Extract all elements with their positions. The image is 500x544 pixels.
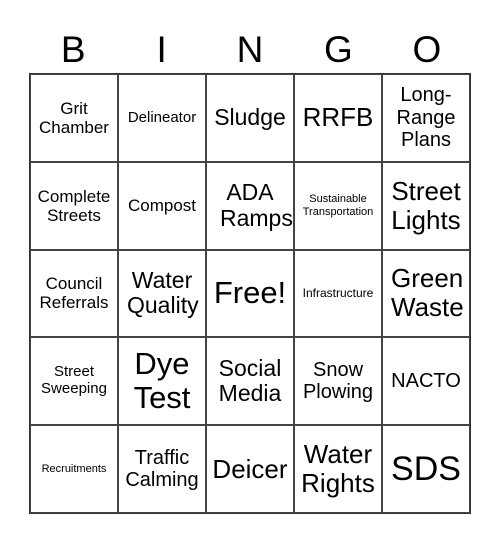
cell-text: Social Media [218,354,282,407]
bingo-cell[interactable]: NACTO [382,337,470,426]
cell-text: Grit Chamber [39,98,109,137]
bingo-cell[interactable]: Sustainable Transportation [294,161,382,250]
bingo-cell[interactable]: ADA Ramps [206,161,294,250]
bingo-cell[interactable]: Street Lights [382,161,470,250]
bingo-header: B I N G O [29,28,471,72]
cell-text: RRFB [302,102,374,133]
cell-text: Dye Test [133,345,191,416]
cell-text: Infrastructure [302,285,374,300]
cell-text: Green Waste [391,263,464,323]
cell-text: Recruitments [41,462,107,475]
header-letter-b: B [60,29,86,70]
cell-text: Sludge [214,104,286,131]
cell-text: Delineator [127,108,197,126]
cell-text: Complete Streets [37,186,111,225]
bingo-cell[interactable]: Complete Streets [30,161,118,250]
cell-text: SDS [391,450,461,489]
header-letter-g: G [324,29,353,70]
header-letter-i: I [156,29,167,70]
cell-text: Snow Plowing [302,358,374,404]
header-letter-n: N [236,29,264,70]
cell-text: Water Quality [127,266,199,319]
bingo-cell[interactable]: Water Rights [294,425,382,513]
bingo-cell[interactable]: Water Quality [118,249,206,338]
bingo-cell[interactable]: Delineator [118,74,206,162]
bingo-cell[interactable]: Social Media [206,337,294,426]
bingo-cell[interactable]: Recruitments [30,425,118,513]
cell-text: NACTO [391,370,461,393]
bingo-cell[interactable]: Compost [118,161,206,250]
cell-text: Street Lights [391,175,461,235]
bingo-cell[interactable]: Deicer [206,425,294,513]
free-space-cell[interactable]: Free! [206,249,294,338]
bingo-cell[interactable]: Dye Test [118,337,206,426]
cell-text: Water Rights [301,438,375,499]
cell-text: Deicer [212,453,288,484]
cell-text: Compost [127,196,197,216]
header-letter-o: O [412,29,442,70]
bingo-card-grid: Grit Chamber Delineator Sludge RRFB Long… [29,73,471,514]
cell-text: ADA Ramps [220,178,293,231]
bingo-cell[interactable]: Long-Range Plans [382,74,470,162]
bingo-cell[interactable]: Infrastructure [294,249,382,338]
bingo-cell[interactable]: SDS [382,425,470,513]
free-space-label: Free! [213,275,287,311]
bingo-cell[interactable]: Traffic Calming [118,425,206,513]
bingo-cell[interactable]: Council Referrals [30,249,118,338]
cell-text: Council Referrals [39,274,109,313]
cell-text: Traffic Calming [125,446,199,492]
bingo-cell[interactable]: Green Waste [382,249,470,338]
bingo-cell[interactable]: Street Sweeping [30,337,118,426]
cell-text: Sustainable Transportation [302,193,374,218]
bingo-cell[interactable]: Sludge [206,74,294,162]
bingo-cell[interactable]: Snow Plowing [294,337,382,426]
cell-text: Long-Range Plans [396,84,456,152]
bingo-cell[interactable]: Grit Chamber [30,74,118,162]
bingo-cell[interactable]: RRFB [294,74,382,162]
cell-text: Street Sweeping [41,363,107,398]
